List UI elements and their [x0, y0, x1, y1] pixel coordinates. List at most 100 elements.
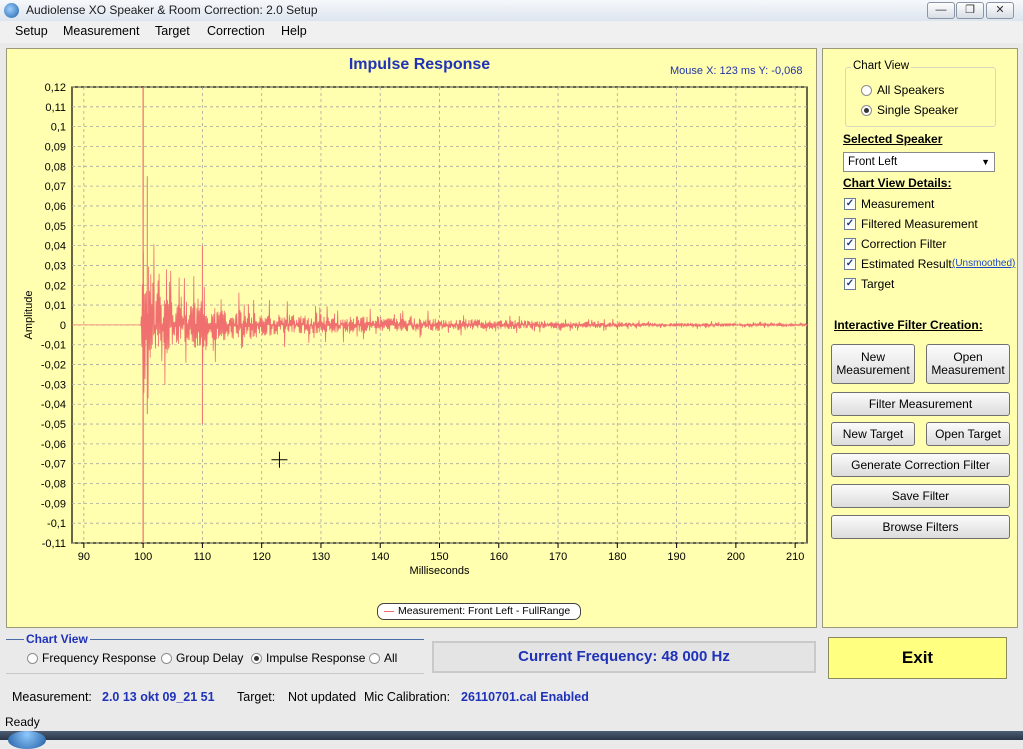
menu-target[interactable]: Target — [155, 24, 190, 38]
check-correction-filter-label[interactable]: Correction Filter — [861, 237, 946, 251]
exit-button[interactable]: Exit — [828, 637, 1007, 679]
y-tick-label: 0,06 — [45, 201, 66, 213]
open-measurement-button[interactable]: Open Measurement — [926, 344, 1010, 384]
menu-correction[interactable]: Correction — [207, 24, 265, 38]
radio-all-speakers[interactable] — [861, 85, 872, 96]
x-tick-label: 90 — [78, 551, 90, 563]
selected-speaker-heading: Selected Speaker — [843, 132, 943, 146]
unsmoothed-link[interactable]: (Unsmoothed) — [952, 258, 1015, 269]
mic-calibration-value: 26110701.cal Enabled — [461, 690, 589, 704]
x-tick-label: 160 — [490, 551, 508, 563]
radio-impulse-response-label[interactable]: Impulse Response — [266, 651, 365, 665]
measurement-info-label: Measurement: — [12, 690, 92, 704]
y-axis-label: Amplitude — [23, 291, 35, 340]
y-tick-label: -0,09 — [41, 498, 66, 510]
y-tick-label: -0,02 — [41, 360, 66, 372]
legend-label: Measurement: Front Left - FullRange — [398, 605, 571, 617]
maximize-icon[interactable]: ❐ — [956, 2, 984, 19]
y-tick-label: -0,05 — [41, 419, 66, 431]
y-tick-label: -0,01 — [41, 340, 66, 352]
new-measurement-button[interactable]: New Measurement — [831, 344, 915, 384]
y-tick-label: 0,01 — [45, 300, 66, 312]
radio-group-delay[interactable] — [161, 653, 172, 664]
bottom-chart-view-label: Chart View — [24, 632, 90, 646]
measurement-info-value: 2.0 13 okt 09_21 51 — [102, 690, 215, 704]
x-tick-label: 190 — [667, 551, 685, 563]
y-tick-label: -0,06 — [41, 439, 66, 451]
target-info-label: Target: — [237, 690, 276, 704]
x-tick-label: 140 — [371, 551, 389, 563]
check-estimated-result-label[interactable]: Estimated Result — [861, 257, 952, 271]
x-tick-label: 130 — [312, 551, 330, 563]
mic-calibration-label: Mic Calibration: — [364, 690, 451, 704]
radio-frequency-response-label[interactable]: Frequency Response — [42, 651, 156, 665]
x-tick-label: 170 — [549, 551, 567, 563]
save-filter-button[interactable]: Save Filter — [831, 484, 1010, 508]
x-tick-label: 110 — [194, 551, 212, 563]
menu-bar: Setup Measurement Target Correction Help — [0, 21, 1023, 43]
chart-legend: Measurement: Front Left - FullRange — [377, 603, 581, 620]
radio-single-speaker-label[interactable]: Single Speaker — [877, 103, 958, 117]
chart-view-details-heading: Chart View Details: — [843, 176, 952, 190]
check-target-label[interactable]: Target — [861, 277, 894, 291]
minimize-icon[interactable]: — — [927, 2, 955, 19]
check-estimated-result[interactable]: ✓ — [844, 258, 856, 270]
y-tick-label: -0,08 — [41, 479, 66, 491]
menu-help[interactable]: Help — [281, 24, 307, 38]
check-filtered-measurement-label[interactable]: Filtered Measurement — [861, 217, 978, 231]
radio-single-speaker[interactable] — [861, 105, 872, 116]
y-tick-label: -0,03 — [41, 379, 66, 391]
generate-correction-filter-button[interactable]: Generate Correction Filter — [831, 453, 1010, 477]
interactive-filter-heading: Interactive Filter Creation: — [834, 318, 983, 332]
x-tick-label: 210 — [786, 551, 804, 563]
radio-all-speakers-label[interactable]: All Speakers — [877, 83, 944, 97]
info-bar: Measurement: 2.0 13 okt 09_21 51 Target:… — [0, 687, 1023, 709]
x-axis-label: Milliseconds — [410, 565, 470, 577]
check-filtered-measurement[interactable]: ✓ — [844, 218, 856, 230]
legend-swatch — [384, 610, 394, 612]
check-correction-filter[interactable]: ✓ — [844, 238, 856, 250]
target-info-value: Not updated — [288, 690, 357, 704]
y-tick-label: 0 — [60, 320, 66, 332]
x-tick-label: 120 — [252, 551, 270, 563]
y-tick-label: -0,11 — [42, 538, 66, 550]
radio-all[interactable] — [369, 653, 380, 664]
y-tick-label: 0,03 — [45, 260, 66, 272]
window-title: Audiolense XO Speaker & Room Correction:… — [26, 3, 318, 17]
x-tick-label: 100 — [134, 551, 152, 563]
browse-filters-button[interactable]: Browse Filters — [831, 515, 1010, 539]
chart-view-group — [845, 67, 996, 127]
filter-measurement-button[interactable]: Filter Measurement — [831, 392, 1010, 416]
y-tick-label: -0,04 — [41, 399, 66, 411]
y-tick-label: -0,07 — [41, 459, 66, 471]
impulse-response-plot[interactable]: 0,12 0,11 0,1 0,09 0,08 0,07 0,06 0,05 0,04 0,03 0… — [7, 49, 816, 627]
radio-group-delay-label[interactable]: Group Delay — [176, 651, 243, 665]
radio-impulse-response[interactable] — [251, 653, 262, 664]
y-tick-label: 0,02 — [45, 280, 66, 292]
start-orb-icon[interactable] — [8, 731, 46, 749]
radio-all-label[interactable]: All — [384, 651, 397, 665]
side-panel: Chart View All Speakers Single Speaker S… — [822, 48, 1018, 628]
y-tick-label: -0,1 — [47, 518, 66, 530]
menu-setup[interactable]: Setup — [15, 24, 48, 38]
x-tick-label: 150 — [430, 551, 448, 563]
check-target[interactable]: ✓ — [844, 278, 856, 290]
radio-frequency-response[interactable] — [27, 653, 38, 664]
open-target-button[interactable]: Open Target — [926, 422, 1010, 446]
y-tick-label: 0,11 — [45, 102, 66, 114]
x-tick-label: 200 — [727, 551, 745, 563]
taskbar — [0, 731, 1023, 740]
check-measurement[interactable]: ✓ — [844, 198, 856, 210]
speaker-select-value: Front Left — [848, 156, 898, 168]
app-icon — [4, 3, 19, 18]
speaker-select[interactable]: Front Left ▼ — [843, 152, 995, 172]
title-bar: Audiolense XO Speaker & Room Correction:… — [0, 0, 1023, 22]
menu-measurement[interactable]: Measurement — [63, 24, 139, 38]
check-measurement-label[interactable]: Measurement — [861, 197, 934, 211]
y-tick-label: 0,09 — [45, 141, 66, 153]
new-target-button[interactable]: New Target — [831, 422, 915, 446]
y-tick-label: 0,12 — [45, 82, 66, 94]
close-icon[interactable]: ✕ — [986, 2, 1014, 19]
x-tick-label: 180 — [608, 551, 626, 563]
chart-panel[interactable]: Impulse Response Mouse X: 123 ms Y: -0,0… — [6, 48, 817, 628]
